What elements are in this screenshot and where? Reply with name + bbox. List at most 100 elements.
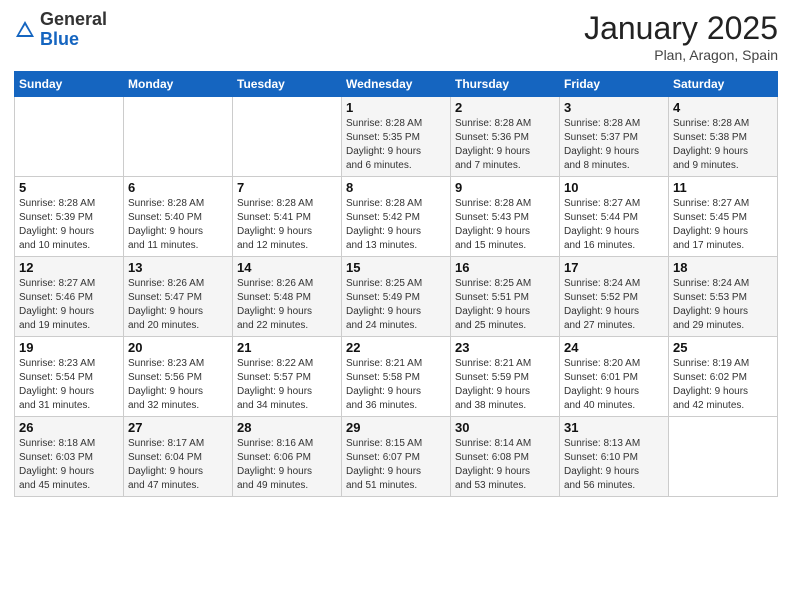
day-cell: 12 Sunrise: 8:27 AM Sunset: 5:46 PM Dayli… [15, 257, 124, 337]
day-number: 1 [346, 100, 446, 115]
logo-blue-text: Blue [40, 29, 79, 49]
day-info: Sunrise: 8:28 AM Sunset: 5:39 PM Dayligh… [19, 197, 119, 253]
day-info: Sunrise: 8:26 AM Sunset: 5:48 PM Dayligh… [237, 277, 337, 333]
day-info: Sunrise: 8:16 AM Sunset: 6:06 PM Dayligh… [237, 437, 337, 493]
day-cell: 19Sunrise: 8:23 AM Sunset: 5:54 PM Dayli… [15, 337, 124, 417]
day-number: 17 [564, 260, 664, 275]
day-info: Sunrise: 8:28 AM Sunset: 5:36 PM Dayligh… [455, 117, 555, 173]
day-cell: 3Sunrise: 8:28 AM Sunset: 5:37 PM Daylig… [560, 97, 669, 177]
day-number: 10 [564, 180, 664, 195]
day-cell: 1 Sunrise: 8:28 AM Sunset: 5:35 PM Daylig… [342, 97, 451, 177]
day-info: Sunrise: 8:26 AM Sunset: 5:47 PM Dayligh… [128, 277, 228, 333]
logo-icon [14, 19, 36, 41]
day-info: Sunrise: 8:22 AM Sunset: 5:57 PM Dayligh… [237, 357, 337, 413]
day-cell: 16 Sunrise: 8:25 AM Sunset: 5:51 PM Dayli… [451, 257, 560, 337]
header-row: SundayMondayTuesdayWednesdayThursdayFrid… [15, 72, 778, 97]
day-cell: 31Sunrise: 8:13 AM Sunset: 6:10 PM Dayli… [560, 417, 669, 497]
day-info: Sunrise: 8:28 AM Sunset: 5:38 PM Dayligh… [673, 117, 773, 173]
week-row-3: 12 Sunrise: 8:27 AM Sunset: 5:46 PM Dayli… [15, 257, 778, 337]
day-number: 7 [237, 180, 337, 195]
day-info: Sunrise: 8:21 AM Sunset: 5:59 PM Dayligh… [455, 357, 555, 413]
day-info: Sunrise: 8:28 AM Sunset: 5:42 PM Dayligh… [346, 197, 446, 253]
day-number: 11 [673, 180, 773, 195]
title-block: January 2025 Plan, Aragon, Spain [584, 10, 778, 63]
day-number: 6 [128, 180, 228, 195]
day-cell: 10 Sunrise: 8:27 AM Sunset: 5:44 PM Dayli… [560, 177, 669, 257]
day-info: Sunrise: 8:13 AM Sunset: 6:10 PM Dayligh… [564, 437, 664, 493]
page: General Blue January 2025 Plan, Aragon, … [0, 0, 792, 612]
day-number: 26 [19, 420, 119, 435]
day-cell: 25 Sunrise: 8:19 AM Sunset: 6:02 PM Dayli… [669, 337, 778, 417]
day-number: 24 [564, 340, 664, 355]
day-number: 19 [19, 340, 119, 355]
day-cell: 11 Sunrise: 8:27 AM Sunset: 5:45 PM Dayli… [669, 177, 778, 257]
day-cell: 13 Sunrise: 8:26 AM Sunset: 5:47 PM Dayli… [124, 257, 233, 337]
col-header-saturday: Saturday [669, 72, 778, 97]
logo-general-text: General [40, 9, 107, 29]
day-info: Sunrise: 8:28 AM Sunset: 5:37 PM Dayligh… [564, 117, 664, 173]
day-cell: 8 Sunrise: 8:28 AM Sunset: 5:42 PM Daylig… [342, 177, 451, 257]
day-info: Sunrise: 8:20 AM Sunset: 6:01 PM Dayligh… [564, 357, 664, 413]
day-cell: 29 Sunrise: 8:15 AM Sunset: 6:07 PM Dayli… [342, 417, 451, 497]
day-info: Sunrise: 8:25 AM Sunset: 5:49 PM Dayligh… [346, 277, 446, 333]
logo: General Blue [14, 10, 107, 50]
header: General Blue January 2025 Plan, Aragon, … [14, 10, 778, 63]
day-info: Sunrise: 8:28 AM Sunset: 5:43 PM Dayligh… [455, 197, 555, 253]
day-cell: 18 Sunrise: 8:24 AM Sunset: 5:53 PM Dayli… [669, 257, 778, 337]
calendar-subtitle: Plan, Aragon, Spain [584, 47, 778, 63]
day-number: 4 [673, 100, 773, 115]
day-cell: 30Sunrise: 8:14 AM Sunset: 6:08 PM Dayli… [451, 417, 560, 497]
day-number: 13 [128, 260, 228, 275]
day-cell: 20 Sunrise: 8:23 AM Sunset: 5:56 PM Dayli… [124, 337, 233, 417]
day-cell: 15 Sunrise: 8:25 AM Sunset: 5:49 PM Dayli… [342, 257, 451, 337]
day-cell: 27 Sunrise: 8:17 AM Sunset: 6:04 PM Dayli… [124, 417, 233, 497]
day-info: Sunrise: 8:27 AM Sunset: 5:44 PM Dayligh… [564, 197, 664, 253]
day-number: 14 [237, 260, 337, 275]
day-number: 20 [128, 340, 228, 355]
day-info: Sunrise: 8:24 AM Sunset: 5:52 PM Dayligh… [564, 277, 664, 333]
day-number: 12 [19, 260, 119, 275]
day-info: Sunrise: 8:15 AM Sunset: 6:07 PM Dayligh… [346, 437, 446, 493]
day-cell: 14 Sunrise: 8:26 AM Sunset: 5:48 PM Dayli… [233, 257, 342, 337]
day-cell [124, 97, 233, 177]
day-cell: 21 Sunrise: 8:22 AM Sunset: 5:57 PM Dayli… [233, 337, 342, 417]
day-info: Sunrise: 8:24 AM Sunset: 5:53 PM Dayligh… [673, 277, 773, 333]
week-row-1: 1 Sunrise: 8:28 AM Sunset: 5:35 PM Daylig… [15, 97, 778, 177]
col-header-wednesday: Wednesday [342, 72, 451, 97]
day-number: 29 [346, 420, 446, 435]
day-cell: 28 Sunrise: 8:16 AM Sunset: 6:06 PM Dayli… [233, 417, 342, 497]
day-number: 18 [673, 260, 773, 275]
day-info: Sunrise: 8:18 AM Sunset: 6:03 PM Dayligh… [19, 437, 119, 493]
day-cell: 2Sunrise: 8:28 AM Sunset: 5:36 PM Daylig… [451, 97, 560, 177]
day-number: 22 [346, 340, 446, 355]
day-cell: 7Sunrise: 8:28 AM Sunset: 5:41 PM Daylig… [233, 177, 342, 257]
day-info: Sunrise: 8:28 AM Sunset: 5:35 PM Dayligh… [346, 117, 446, 173]
day-info: Sunrise: 8:17 AM Sunset: 6:04 PM Dayligh… [128, 437, 228, 493]
day-number: 21 [237, 340, 337, 355]
day-number: 25 [673, 340, 773, 355]
day-info: Sunrise: 8:25 AM Sunset: 5:51 PM Dayligh… [455, 277, 555, 333]
day-number: 16 [455, 260, 555, 275]
day-info: Sunrise: 8:28 AM Sunset: 5:40 PM Dayligh… [128, 197, 228, 253]
day-info: Sunrise: 8:27 AM Sunset: 5:46 PM Dayligh… [19, 277, 119, 333]
day-info: Sunrise: 8:27 AM Sunset: 5:45 PM Dayligh… [673, 197, 773, 253]
day-number: 8 [346, 180, 446, 195]
day-number: 9 [455, 180, 555, 195]
day-info: Sunrise: 8:23 AM Sunset: 5:56 PM Dayligh… [128, 357, 228, 413]
day-cell: 22 Sunrise: 8:21 AM Sunset: 5:58 PM Dayli… [342, 337, 451, 417]
col-header-tuesday: Tuesday [233, 72, 342, 97]
day-cell: 5Sunrise: 8:28 AM Sunset: 5:39 PM Daylig… [15, 177, 124, 257]
day-number: 23 [455, 340, 555, 355]
day-number: 28 [237, 420, 337, 435]
day-number: 30 [455, 420, 555, 435]
day-info: Sunrise: 8:19 AM Sunset: 6:02 PM Dayligh… [673, 357, 773, 413]
col-header-monday: Monday [124, 72, 233, 97]
day-number: 27 [128, 420, 228, 435]
week-row-4: 19Sunrise: 8:23 AM Sunset: 5:54 PM Dayli… [15, 337, 778, 417]
day-number: 15 [346, 260, 446, 275]
calendar-title: January 2025 [584, 10, 778, 47]
col-header-sunday: Sunday [15, 72, 124, 97]
day-cell: 26 Sunrise: 8:18 AM Sunset: 6:03 PM Dayli… [15, 417, 124, 497]
day-info: Sunrise: 8:21 AM Sunset: 5:58 PM Dayligh… [346, 357, 446, 413]
day-cell: 24 Sunrise: 8:20 AM Sunset: 6:01 PM Dayli… [560, 337, 669, 417]
